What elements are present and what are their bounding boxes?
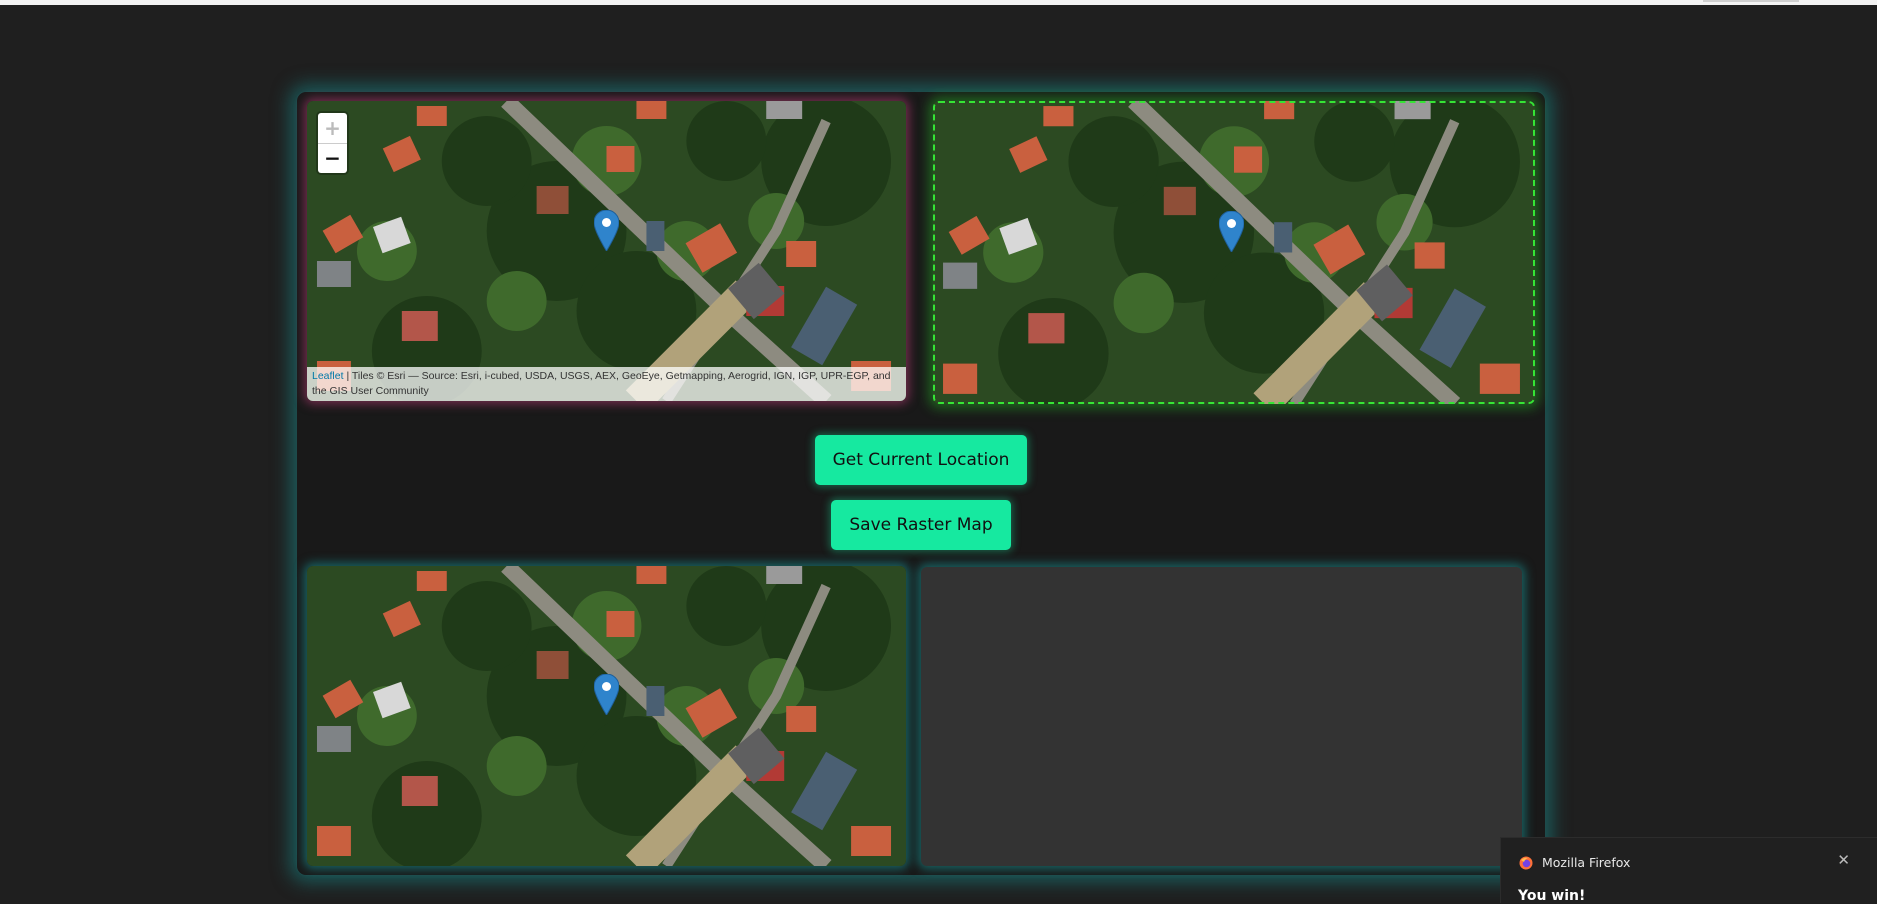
result-map (933, 101, 1535, 404)
raster-map (307, 566, 906, 866)
close-icon[interactable]: ✕ (1837, 851, 1850, 869)
attribution-text: | Tiles © Esri — Source: Esri, i-cubed, … (312, 370, 891, 397)
location-marker-icon[interactable] (594, 210, 619, 251)
firefox-icon (1519, 856, 1533, 870)
save-raster-map-button[interactable]: Save Raster Map (831, 500, 1011, 550)
firefox-notification[interactable]: Mozilla Firefox ✕ You win! (1500, 837, 1877, 904)
notification-app-name: Mozilla Firefox (1542, 855, 1631, 870)
location-marker-icon (594, 674, 619, 715)
zoom-control: + − (318, 113, 347, 173)
leaflet-link[interactable]: Leaflet (312, 370, 344, 382)
satellite-imagery (307, 101, 906, 401)
browser-tab-indicator (1703, 0, 1799, 2)
satellite-imagery (307, 566, 906, 866)
browser-top-bar (0, 0, 1877, 5)
satellite-imagery (933, 101, 1535, 404)
location-marker-icon (1219, 211, 1244, 252)
empty-map-panel (921, 567, 1522, 866)
map-attribution: Leaflet | Tiles © Esri — Source: Esri, i… (307, 367, 906, 401)
get-current-location-button[interactable]: Get Current Location (815, 435, 1027, 485)
zoom-out-button[interactable]: − (318, 144, 347, 174)
zoom-in-button[interactable]: + (318, 113, 347, 144)
main-map[interactable]: + − Leaflet | Tiles © Esri — Source: Esr… (307, 101, 906, 401)
